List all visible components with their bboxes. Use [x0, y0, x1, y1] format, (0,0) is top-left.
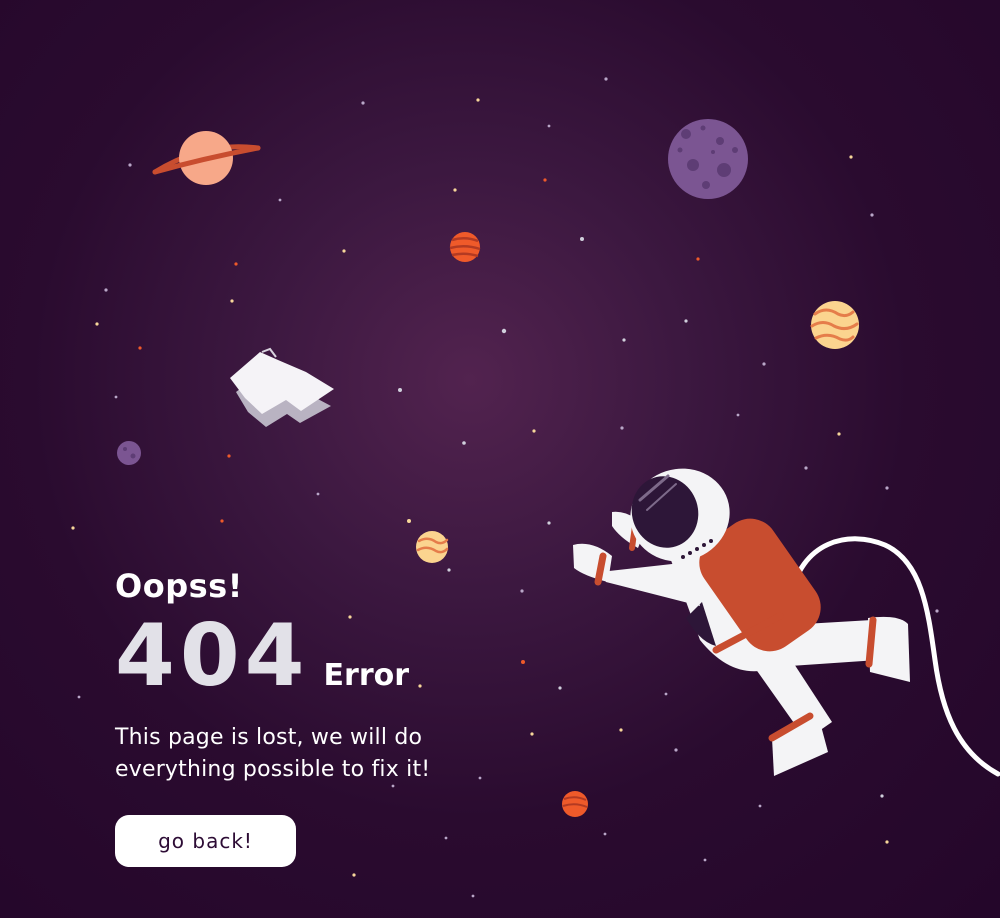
- star-icon: [138, 346, 142, 350]
- star-icon: [870, 213, 874, 217]
- star-icon: [521, 660, 525, 664]
- star-icon: [520, 589, 524, 593]
- oops-heading: Oopss!: [115, 567, 243, 605]
- astronaut-icon: [573, 468, 910, 776]
- star-icon: [227, 454, 231, 458]
- star-icon: [664, 692, 668, 696]
- star-icon: [696, 257, 700, 261]
- ringed-planet-icon: [152, 131, 261, 185]
- star-icon: [95, 322, 99, 326]
- star-icon: [220, 519, 224, 523]
- star-icon: [880, 794, 884, 798]
- star-icon: [114, 395, 118, 399]
- striped-planet-icon: [810, 301, 859, 349]
- star-icon: [77, 695, 81, 699]
- star-icon: [547, 521, 551, 525]
- star-icon: [547, 124, 551, 128]
- small-planet-icon: [117, 441, 141, 465]
- star-icon: [620, 426, 624, 430]
- star-icon: [736, 413, 740, 417]
- star-icon: [684, 319, 688, 323]
- star-icon: [444, 836, 448, 840]
- star-icon: [316, 492, 320, 496]
- star-icon: [619, 728, 623, 732]
- striped-planet-icon: [562, 791, 588, 817]
- star-icon: [674, 748, 678, 752]
- error-label: Error: [323, 658, 410, 693]
- star-icon: [352, 873, 356, 877]
- star-icon: [603, 832, 607, 836]
- star-icon: [471, 894, 475, 898]
- star-icon: [885, 840, 889, 844]
- star-icon: [935, 609, 939, 613]
- star-icon: [278, 198, 282, 202]
- star-icon: [532, 429, 536, 433]
- star-icon: [361, 101, 365, 105]
- star-icon: [230, 299, 234, 303]
- star-icon: [703, 858, 707, 862]
- star-icon: [604, 77, 608, 81]
- error-code-row: 404 Error: [115, 610, 430, 702]
- error-code: 404: [115, 606, 310, 706]
- star-icon: [849, 155, 853, 159]
- star-icon: [476, 98, 480, 102]
- star-icon: [71, 526, 75, 530]
- star-icon: [885, 486, 889, 490]
- star-icon: [758, 804, 762, 808]
- star-icon: [407, 519, 411, 523]
- error-description: This page is lost, we will do everything…: [115, 725, 431, 782]
- star-icon: [447, 568, 451, 572]
- striped-planet-icon: [449, 232, 481, 262]
- go-back-button[interactable]: go back!: [115, 815, 296, 867]
- star-icon: [558, 686, 562, 690]
- star-icon: [580, 237, 584, 241]
- star-icon: [622, 338, 626, 342]
- star-icon: [762, 362, 766, 366]
- star-icon: [453, 188, 457, 192]
- star-icon: [398, 388, 402, 392]
- striped-planet-icon: [416, 531, 449, 563]
- star-icon: [501, 328, 507, 334]
- star-icon: [104, 288, 108, 292]
- star-icon: [530, 732, 534, 736]
- star-icon: [234, 262, 238, 266]
- floating-paper-icon: [230, 347, 334, 427]
- star-icon: [342, 249, 346, 253]
- star-icon: [543, 178, 547, 182]
- star-icon: [478, 776, 482, 780]
- error-message: Oopss! 404 Error This page is lost, we w…: [115, 566, 430, 786]
- star-icon: [837, 432, 841, 436]
- star-icon: [462, 441, 466, 445]
- star-icon: [804, 466, 808, 470]
- star-icon: [128, 163, 132, 167]
- cratered-planet-icon: [668, 119, 748, 199]
